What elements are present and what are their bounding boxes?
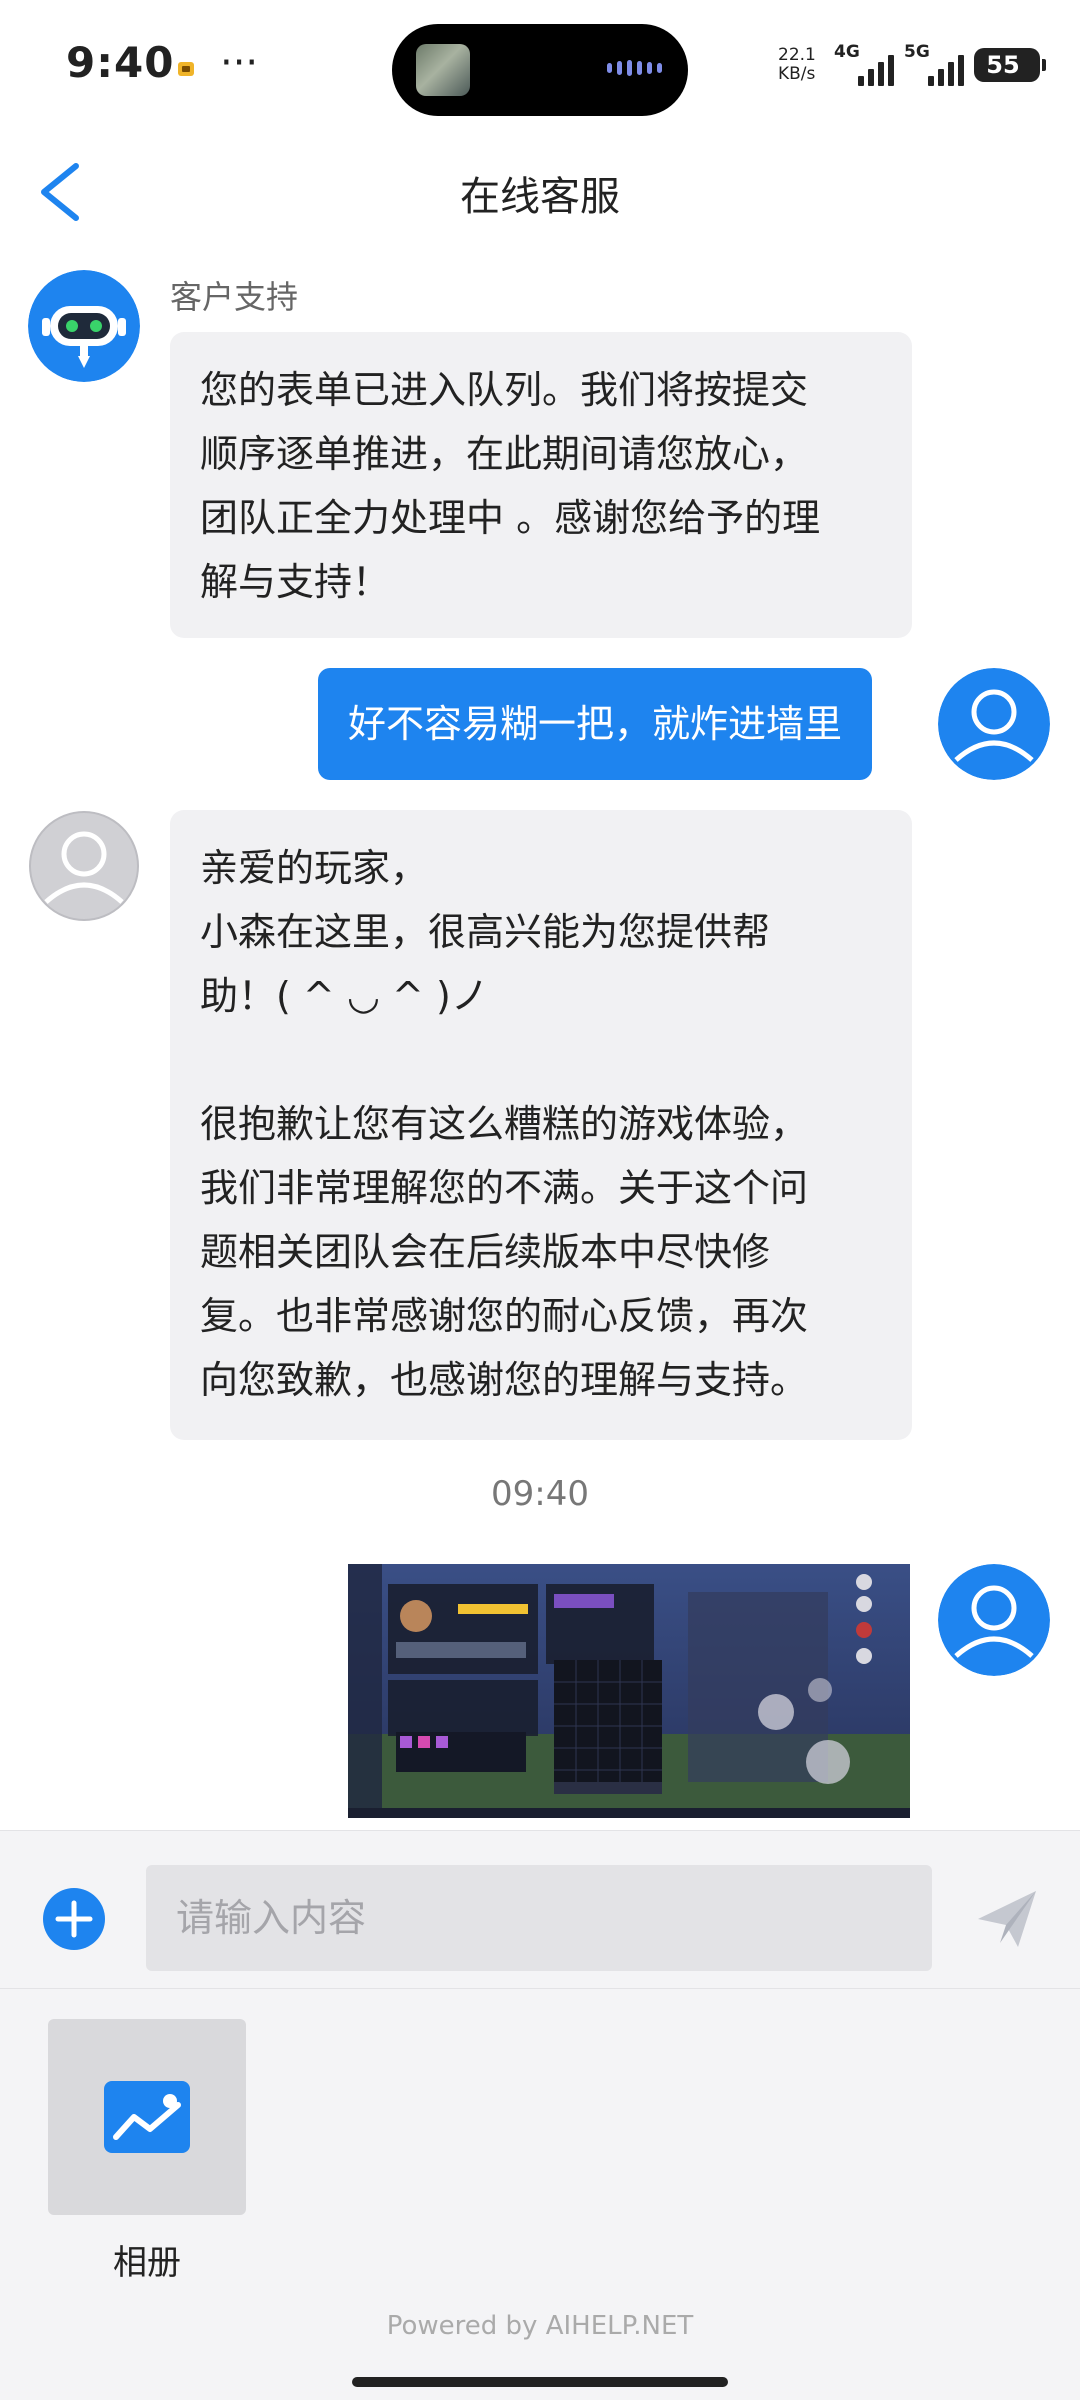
add-attachment-plus-icon[interactable] (42, 1887, 106, 1951)
powered-by-footer[interactable]: Powered by AIHELP.NET (0, 2311, 1080, 2341)
message-timestamp: 09:40 (491, 1474, 589, 1514)
signal-5g-icon: 5G (904, 42, 964, 88)
message-input-bar (0, 1830, 1080, 1988)
signal-4g-icon: 4G (834, 42, 894, 88)
user-avatar (938, 1564, 1050, 1676)
audio-wave-icon (607, 60, 662, 76)
message-bubble-incoming[interactable]: 您的表单已进入队列。我们将按提交 顺序逐单推进，在此期间请您放心， 团队正全力处… (170, 332, 912, 638)
user-avatar (938, 668, 1050, 780)
agent-avatar (29, 811, 139, 921)
sender-name: 客户支持 (170, 278, 299, 316)
message-bubble-incoming[interactable]: 亲爱的玩家， 小森在这里，很高兴能为您提供帮 助！( ^ ◡ ^ )ノ 很抱歉让… (170, 810, 912, 1440)
photo-album-icon (104, 2081, 190, 2153)
network-speed-unit: KB/s (778, 64, 816, 84)
album-label: 相册 (113, 2243, 181, 2283)
battery-level: 55 (986, 51, 1020, 79)
page-title: 在线客服 (460, 174, 620, 220)
status-time: 9:40 (66, 38, 175, 87)
island-media-thumbnail (416, 44, 470, 96)
network-speed: 22.1 KB/s (778, 46, 824, 84)
signal-5g-label: 5G (904, 42, 930, 62)
header: 在线客服 (0, 130, 1080, 250)
attachment-panel: 相册 Powered by AIHELP.NET (0, 1988, 1080, 2400)
game-screenshot-image (348, 1564, 910, 1818)
send-paper-plane-icon[interactable] (974, 1885, 1040, 1951)
album-button[interactable] (48, 2019, 246, 2215)
message-text-input[interactable] (146, 1865, 932, 1971)
battery-icon: 55 (974, 48, 1046, 82)
status-right-group: 22.1 KB/s 4G 5G 55 (778, 40, 1046, 90)
status-more-icon: ··· (220, 40, 259, 86)
signal-4g-label: 4G (834, 42, 860, 62)
app-notification-icon (178, 62, 194, 76)
message-bubble-outgoing[interactable]: 好不容易糊一把，就炸进墙里 (318, 668, 873, 780)
home-indicator[interactable] (352, 2377, 728, 2387)
status-bar: 9:40 ··· 22.1 KB/s 4G 5G 55 (0, 0, 1080, 130)
dynamic-island[interactable] (392, 24, 688, 116)
network-speed-value: 22.1 (778, 45, 816, 65)
support-bot-avatar (28, 270, 140, 382)
image-message-game-screenshot[interactable] (348, 1564, 910, 1818)
